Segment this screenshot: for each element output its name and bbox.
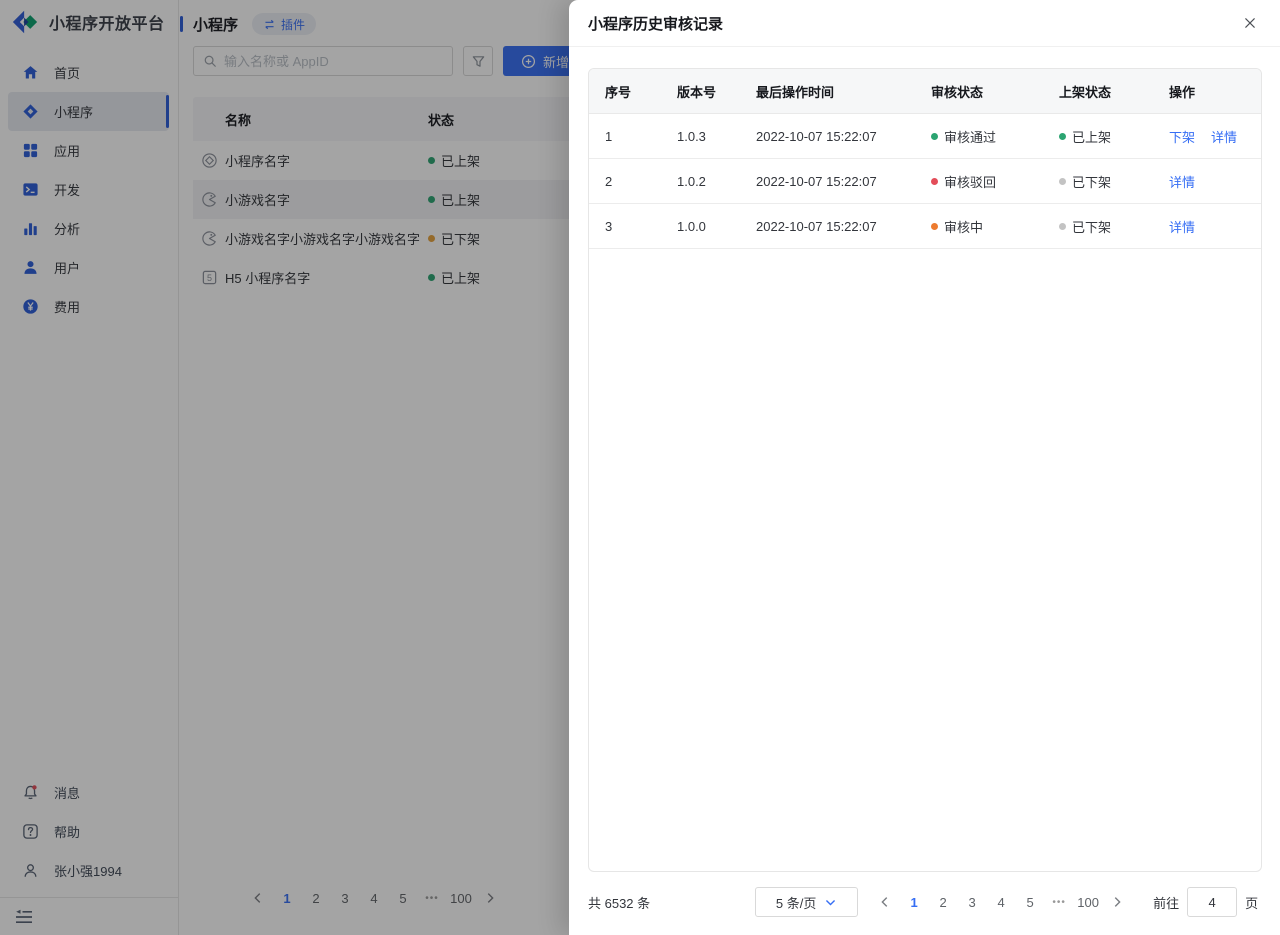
review-status-text: 审核通过 — [944, 127, 996, 146]
column-header-time: 最后操作时间 — [740, 82, 915, 101]
column-header-shelf-status: 上架状态 — [1043, 82, 1153, 101]
seq-cell: 1 — [589, 129, 661, 144]
close-icon — [1243, 16, 1257, 30]
page-size-select[interactable]: 5 条/页 — [755, 887, 858, 917]
drawer-title: 小程序历史审核记录 — [588, 13, 723, 34]
drawer-footer: 共 6532 条 5 条/页 1 2 3 4 5 ••• 100 前往 页 — [588, 887, 1261, 917]
chevron-right-icon — [1110, 895, 1124, 909]
column-header-seq: 序号 — [589, 82, 661, 101]
review-status-dot — [931, 223, 938, 230]
goto-unit: 页 — [1245, 893, 1258, 912]
column-header-actions: 操作 — [1153, 82, 1261, 101]
details-link[interactable]: 详情 — [1169, 172, 1195, 191]
goto-page: 前往 页 — [1153, 887, 1258, 917]
details-link[interactable]: 详情 — [1211, 127, 1237, 146]
page-number[interactable]: 100 — [1074, 888, 1102, 916]
goto-label: 前往 — [1153, 893, 1179, 912]
take-down-link[interactable]: 下架 — [1169, 127, 1195, 146]
next-page-button[interactable] — [1103, 888, 1131, 916]
goto-page-input[interactable] — [1187, 887, 1237, 917]
drawer-header: 小程序历史审核记录 — [569, 0, 1280, 47]
total-count: 共 6532 条 — [588, 893, 650, 912]
review-table-row: 2 1.0.2 2022-10-07 15:22:07 审核驳回 已下架 详情 — [589, 159, 1261, 204]
review-history-table: 序号 版本号 最后操作时间 审核状态 上架状态 操作 1 1.0.3 2022-… — [588, 68, 1262, 872]
time-cell: 2022-10-07 15:22:07 — [740, 219, 915, 234]
chevron-down-icon — [824, 896, 837, 909]
chevron-left-icon — [878, 895, 892, 909]
close-button[interactable] — [1239, 12, 1261, 34]
column-header-review-status: 审核状态 — [915, 82, 1043, 101]
seq-cell: 3 — [589, 219, 661, 234]
review-table-row: 1 1.0.3 2022-10-07 15:22:07 审核通过 已上架 下架 … — [589, 114, 1261, 159]
shelf-status-text: 已下架 — [1072, 172, 1111, 191]
page-size-value: 5 条/页 — [776, 893, 816, 912]
details-link[interactable]: 详情 — [1169, 217, 1195, 236]
review-status-text: 审核驳回 — [944, 172, 996, 191]
page-number[interactable]: 4 — [987, 888, 1015, 916]
shelf-status-text: 已下架 — [1072, 217, 1111, 236]
shelf-status-dot — [1059, 133, 1066, 140]
time-cell: 2022-10-07 15:22:07 — [740, 174, 915, 189]
review-status-dot — [931, 178, 938, 185]
page-number[interactable]: 3 — [958, 888, 986, 916]
review-table-header: 序号 版本号 最后操作时间 审核状态 上架状态 操作 — [589, 69, 1261, 114]
shelf-status-text: 已上架 — [1072, 127, 1111, 146]
column-header-version: 版本号 — [661, 82, 740, 101]
review-table-row: 3 1.0.0 2022-10-07 15:22:07 审核中 已下架 详情 — [589, 204, 1261, 249]
page-number[interactable]: 1 — [900, 888, 928, 916]
page-number[interactable]: 5 — [1016, 888, 1044, 916]
history-review-drawer: 小程序历史审核记录 序号 版本号 最后操作时间 审核状态 上架状态 操作 1 1… — [569, 0, 1280, 935]
version-cell: 1.0.0 — [661, 219, 740, 234]
review-status-dot — [931, 133, 938, 140]
seq-cell: 2 — [589, 174, 661, 189]
time-cell: 2022-10-07 15:22:07 — [740, 129, 915, 144]
version-cell: 1.0.2 — [661, 174, 740, 189]
page-number[interactable]: 2 — [929, 888, 957, 916]
version-cell: 1.0.3 — [661, 129, 740, 144]
prev-page-button[interactable] — [871, 888, 899, 916]
review-status-text: 审核中 — [944, 217, 983, 236]
drawer-pagination: 1 2 3 4 5 ••• 100 — [871, 888, 1131, 916]
shelf-status-dot — [1059, 223, 1066, 230]
pagination-ellipsis[interactable]: ••• — [1045, 888, 1073, 916]
shelf-status-dot — [1059, 178, 1066, 185]
